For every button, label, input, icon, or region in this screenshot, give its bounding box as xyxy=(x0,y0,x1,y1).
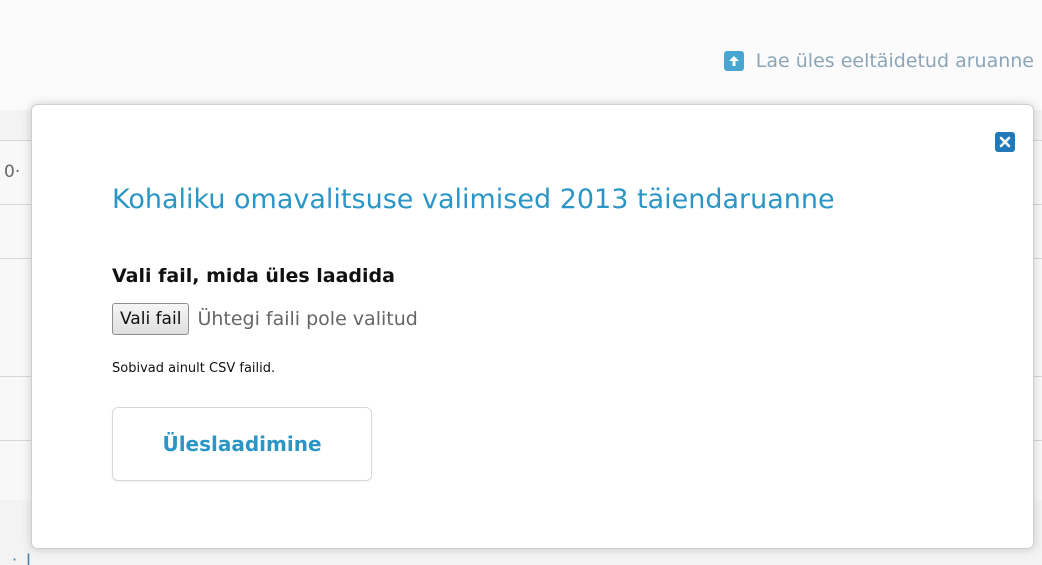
upload-prefilled-report-link[interactable]: Lae üles eeltäidetud aruanne xyxy=(723,50,1034,72)
page: Lae üles eeltäidetud aruanne 0· · I Koha… xyxy=(0,0,1042,565)
background-stub-text: 0· xyxy=(4,162,21,182)
choose-file-button[interactable]: Vali fail xyxy=(112,303,190,335)
modal-title: Kohaliku omavalitsuse valimised 2013 täi… xyxy=(112,184,835,215)
upload-modal: Kohaliku omavalitsuse valimised 2013 täi… xyxy=(31,104,1034,549)
file-type-hint: Sobivad ainult CSV failid. xyxy=(112,361,276,376)
close-icon[interactable] xyxy=(995,132,1015,152)
upload-prefilled-report-label: Lae üles eeltäidetud aruanne xyxy=(755,50,1034,72)
arrow-up-icon xyxy=(723,51,744,71)
background-bottom-text: · I xyxy=(12,550,33,565)
upload-submit-button[interactable]: Üleslaadimine xyxy=(112,407,372,481)
file-field-label: Vali fail, mida üles laadida xyxy=(112,265,395,287)
file-status-text: Ühtegi faili pole valitud xyxy=(197,308,418,330)
file-picker: Vali fail Ühtegi faili pole valitud xyxy=(112,303,418,335)
